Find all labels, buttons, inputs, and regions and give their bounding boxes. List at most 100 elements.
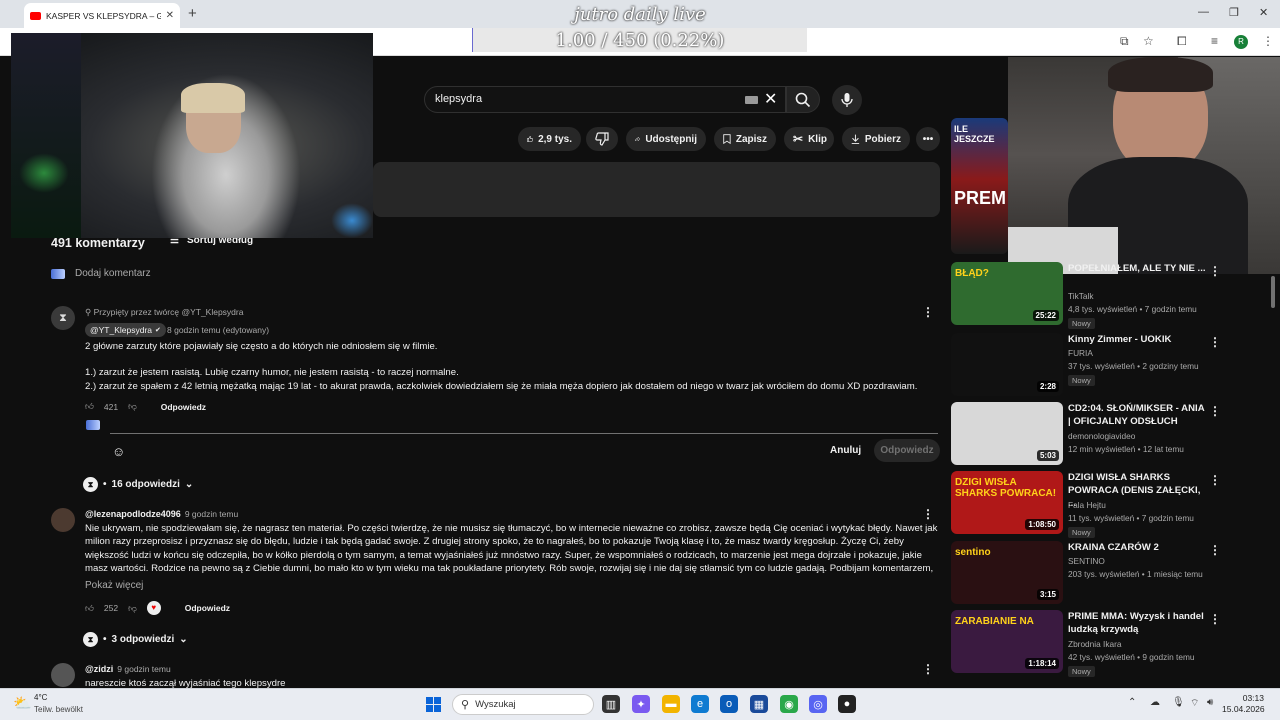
dislike-comment-icon[interactable]: 👎︎: [128, 603, 137, 614]
copilot-icon[interactable]: ✦: [632, 695, 650, 713]
creator-author-chip[interactable]: @YT_Klepsydra ✔: [85, 323, 166, 337]
comment-menu-icon[interactable]: ⋮: [922, 305, 934, 319]
bookmark-star-icon[interactable]: ☆: [1143, 34, 1154, 48]
comment-menu-icon[interactable]: ⋮: [922, 662, 934, 676]
more-actions-button[interactable]: •••: [916, 127, 940, 151]
show-replies-button[interactable]: ⧗ • 3 odpowiedzi ⌄: [83, 632, 188, 647]
like-comment-icon[interactable]: 👍︎: [85, 401, 94, 412]
replies-count: 3 odpowiedzi: [111, 634, 175, 645]
recommendation-channel[interactable]: FURIA: [1068, 348, 1093, 358]
reply-button[interactable]: Odpowiedz: [161, 402, 206, 412]
show-replies-button[interactable]: ⧗ • 16 odpowiedzi ⌄: [83, 477, 193, 492]
start-button[interactable]: [426, 697, 441, 712]
install-app-icon[interactable]: ⧉: [1120, 34, 1129, 49]
keyboard-icon[interactable]: [745, 96, 758, 104]
tray-chevron-icon[interactable]: ⌃: [1128, 697, 1136, 708]
edge-icon[interactable]: e: [691, 695, 709, 713]
microphone-tray-icon[interactable]: 🎙︎: [1172, 697, 1185, 708]
file-explorer-icon[interactable]: ▬: [662, 695, 680, 713]
download-button[interactable]: Pobierz: [842, 127, 910, 151]
recommendation-menu-icon[interactable]: ⋮: [1209, 543, 1221, 557]
recommendation-item[interactable]: ZARABIANIE NA 1:18:14 PRIME MMA: Wyzysk i …: [951, 610, 1251, 677]
recommendation-title[interactable]: CD2:04. SŁOŃ/MIKSER - ANIA | OFICJALNY O…: [1068, 402, 1208, 428]
search-query: klepsydra: [435, 93, 483, 105]
wifi-icon[interactable]: ⌔: [1190, 697, 1199, 710]
recommendation-menu-icon[interactable]: ⋮: [1209, 264, 1221, 278]
volume-icon[interactable]: 🔊︎: [1207, 697, 1213, 708]
voice-search-button[interactable]: [832, 85, 862, 115]
taskbar-search[interactable]: ⚲ Wyszukaj: [452, 694, 594, 715]
recommendation-item[interactable]: 2:28 Kinny Zimmer - UOKIK ⋮ FURIA 37 tys. wy…: [951, 333, 1251, 399]
reply-input[interactable]: [110, 433, 938, 434]
weather-icon[interactable]: ⛅: [13, 694, 32, 712]
recommendation-channel[interactable]: TikTalk: [1068, 291, 1094, 301]
scrollbar[interactable]: [1271, 276, 1275, 308]
like-comment-icon[interactable]: 👍︎: [85, 603, 94, 614]
recommendation-item[interactable]: 5:03 CD2:04. SŁOŃ/MIKSER - ANIA | OFICJAL…: [951, 402, 1251, 468]
commenter-avatar[interactable]: [51, 508, 75, 532]
new-tab-button[interactable]: +: [188, 5, 197, 22]
emoji-icon[interactable]: ☺: [112, 444, 125, 459]
share-button[interactable]: Udostępnij: [626, 127, 706, 151]
extensions-icon[interactable]: ⧠: [1177, 34, 1187, 49]
store-icon[interactable]: ▦: [750, 695, 768, 713]
recommendation-menu-icon[interactable]: ⋮: [1209, 335, 1221, 349]
maximize-icon[interactable]: ❐: [1229, 6, 1239, 19]
commenter-avatar[interactable]: [51, 663, 75, 687]
recommendation-thumbnail[interactable]: 5:03: [951, 402, 1063, 465]
taskbar-clock[interactable]: 03:13 15.04.2026: [1222, 693, 1265, 715]
close-tab-icon[interactable]: ✕: [166, 10, 174, 21]
comment-menu-icon[interactable]: ⋮: [922, 507, 934, 521]
save-button[interactable]: Zapisz: [714, 127, 776, 151]
recommendation-thumbnail[interactable]: ZARABIANIE NA 1:18:14: [951, 610, 1063, 673]
clear-search-icon[interactable]: ✕: [764, 89, 777, 109]
recommendation-title[interactable]: POPEŁNIAŁEM, ALE TY NIE ...: [1068, 262, 1208, 275]
recommendation-thumbnail[interactable]: BŁĄD? 25:22: [951, 262, 1063, 325]
task-view-icon[interactable]: ▥: [602, 695, 620, 713]
profile-avatar[interactable]: R: [1234, 35, 1248, 49]
recommendation-title[interactable]: KRAINA CZARÓW 2: [1068, 541, 1208, 554]
recommendation-item[interactable]: BŁĄD? 25:22 POPEŁNIAŁEM, ALE TY NIE ... ⋮ Ti…: [951, 262, 1251, 329]
recommendation-thumbnail[interactable]: ILE JESZCZE PREM: [951, 118, 1008, 254]
comment-line-1: 2 główne zarzuty które pojawiały się czę…: [85, 341, 438, 352]
show-more-link[interactable]: Pokaż więcej: [85, 580, 143, 591]
recommendation-menu-icon[interactable]: ⋮: [1209, 473, 1221, 487]
dislike-button[interactable]: [586, 127, 618, 151]
recommendation-item[interactable]: sentino 3:15 KRAINA CZARÓW 2 ⋮ SENTINO 203 ty…: [951, 541, 1251, 607]
reply-button[interactable]: Odpowiedz: [185, 603, 230, 613]
submit-reply-button[interactable]: Odpowiedz: [874, 439, 940, 462]
recommendation-item[interactable]: DZIGI WISŁA SHARKS POWRACA! 1:08:50 DZIGI …: [951, 471, 1251, 538]
obs-icon[interactable]: ●: [838, 695, 856, 713]
recommendation-thumbnail[interactable]: sentino 3:15: [951, 541, 1063, 604]
recommendation-channel[interactable]: Fala Hejtu: [1068, 500, 1106, 510]
description-box[interactable]: [373, 162, 940, 217]
recommendation-thumbnail[interactable]: 2:28: [951, 333, 1063, 396]
stream-goal: 1.00 / 450 (0.22%): [555, 30, 725, 51]
cancel-button[interactable]: Anuluj: [830, 445, 861, 456]
browser-menu-icon[interactable]: ⋮: [1262, 34, 1274, 48]
add-comment-row[interactable]: Dodaj komentarz: [51, 268, 151, 279]
network-icon[interactable]: ☁: [1150, 697, 1160, 708]
recommendation-thumbnail[interactable]: DZIGI WISŁA SHARKS POWRACA! 1:08:50: [951, 471, 1063, 534]
hourglass-avatar[interactable]: ⧗: [51, 306, 75, 330]
minimize-icon[interactable]: —: [1198, 6, 1209, 18]
recommendation-title[interactable]: PRIME MMA: Wyzysk i handel ludzką krzywd…: [1068, 610, 1208, 636]
tab-title: KASPER VS KLEPSYDRA – GDZIE: [46, 10, 161, 21]
like-button[interactable]: 2,9 tys.: [518, 127, 581, 151]
browser-tab[interactable]: KASPER VS KLEPSYDRA – GDZIE ✕: [24, 3, 180, 28]
outlook-icon[interactable]: o: [720, 695, 738, 713]
recommendation-menu-icon[interactable]: ⋮: [1209, 612, 1221, 626]
clip-button[interactable]: ✂ Klip: [784, 127, 834, 151]
clock-date: 15.04.2026: [1222, 704, 1265, 714]
search-button[interactable]: [786, 86, 820, 113]
discord-icon[interactable]: ◎: [809, 695, 827, 713]
recommendation-channel[interactable]: demonologiavideo: [1068, 431, 1135, 441]
recommendation-menu-icon[interactable]: ⋮: [1209, 404, 1221, 418]
recommendation-title[interactable]: Kinny Zimmer - UOKIK: [1068, 333, 1208, 346]
window-close-icon[interactable]: ✕: [1259, 6, 1268, 19]
dislike-comment-icon[interactable]: 👎︎: [128, 401, 137, 412]
recommendation-channel[interactable]: SENTINO: [1068, 556, 1105, 566]
reading-list-icon[interactable]: ≡: [1211, 34, 1218, 48]
chrome-icon[interactable]: ◉: [780, 695, 798, 713]
recommendation-channel[interactable]: Zbrodnia Ikara: [1068, 639, 1122, 649]
